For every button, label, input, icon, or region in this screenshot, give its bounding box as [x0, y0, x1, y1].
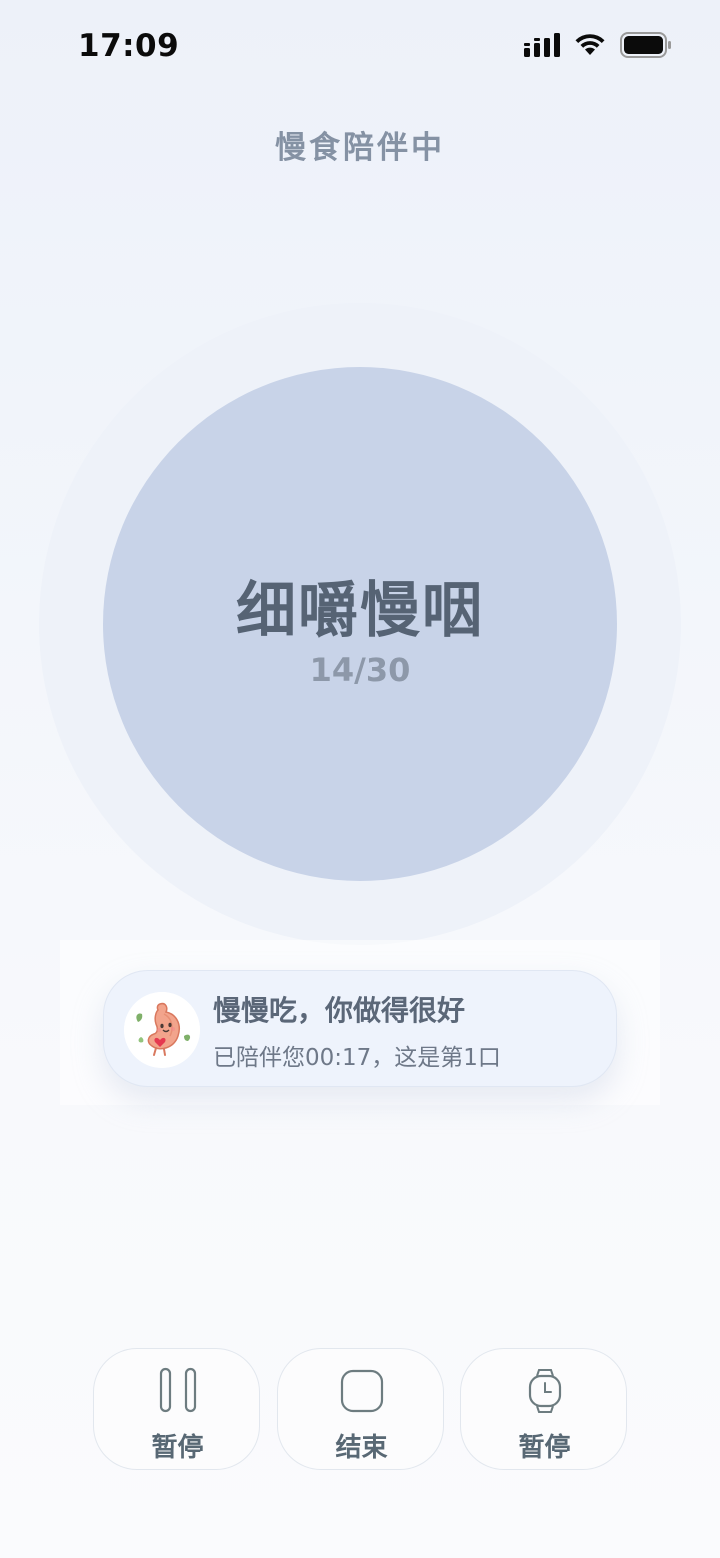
- pause-label: 暂停: [151, 1433, 204, 1463]
- stop-icon: [278, 1367, 445, 1415]
- status-icons: [524, 32, 672, 58]
- watch-pause-button[interactable]: 暂停: [460, 1348, 627, 1470]
- page-title: 慢食陪伴中: [275, 130, 445, 166]
- chew-prompt: 细嚼慢咽: [236, 576, 484, 646]
- watch-pause-label: 暂停: [518, 1433, 571, 1463]
- encouragement-subtitle: 已陪伴您00:17，这是第1口: [213, 1045, 501, 1071]
- chew-count: 14/30: [309, 651, 411, 689]
- watch-icon: [461, 1367, 628, 1415]
- stomach-mascot-icon: [124, 992, 200, 1068]
- encouragement-card: 慢慢吃，你做得很好 已陪伴您00:17，这是第1口: [103, 970, 617, 1087]
- signal-icon: [524, 33, 560, 57]
- stomach-mascot-avatar: [124, 992, 200, 1068]
- pause-button[interactable]: 暂停: [93, 1348, 260, 1470]
- status-time: 17:09: [78, 28, 180, 64]
- end-label: 结束: [335, 1433, 388, 1463]
- wifi-icon: [575, 34, 605, 55]
- end-button[interactable]: 结束: [277, 1348, 444, 1470]
- pause-icon: [94, 1367, 261, 1415]
- encouragement-title: 慢慢吃，你做得很好: [213, 994, 466, 1027]
- battery-icon: [620, 32, 671, 58]
